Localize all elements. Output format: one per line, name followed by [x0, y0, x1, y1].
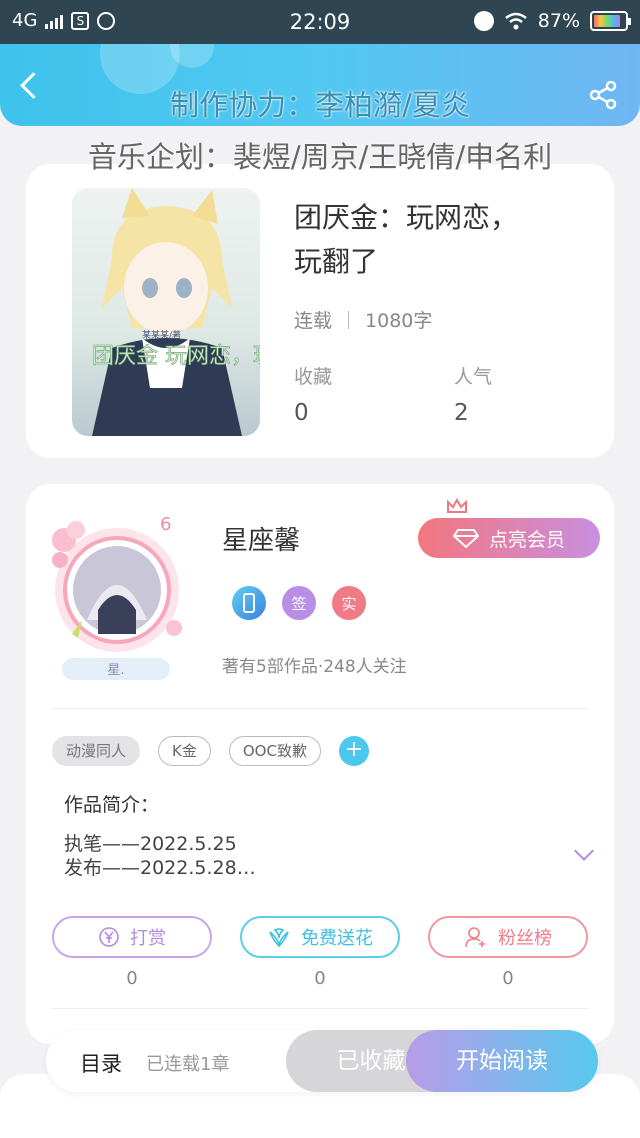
avatar-frame: 星. 6 [52, 514, 182, 680]
fans-rank-button[interactable]: 粉丝榜 [428, 916, 588, 958]
header: 制作协力：李柏漪/夏炎 [0, 44, 640, 126]
book-title-line2: 玩翻了 [294, 245, 379, 278]
popularity-value: 2 [454, 400, 469, 426]
phone-badge-icon[interactable] [232, 586, 266, 620]
credit-music: 音乐企划：裴煜/周京/王晓倩/申名利 [87, 140, 553, 174]
share-icon[interactable] [586, 78, 620, 112]
wifi-icon [504, 12, 527, 30]
author-badges: 签 实 [232, 586, 366, 620]
divider [52, 1008, 588, 1009]
flower-label: 免费送花 [301, 928, 373, 949]
cover-title-text: 团厌金 玩网恋，玩翻了 [92, 344, 260, 369]
tag-item[interactable]: K金 [158, 736, 211, 766]
book-title-line1: 团厌金：玩网恋， [294, 201, 519, 234]
tag-item[interactable]: OOC致歉 [228, 736, 321, 766]
vip-label: 点亮会员 [488, 528, 565, 551]
book-meta: 连载 1080字 [294, 306, 432, 333]
start-reading-button[interactable]: 开始阅读 [406, 1030, 598, 1092]
author-stats: 著有5部作品·248人关注 [222, 657, 407, 677]
intro-line-1: 执笔——2022.5.25 [64, 833, 237, 855]
reward-button[interactable]: 打赏 [52, 916, 212, 958]
battery-icon [590, 11, 631, 31]
author-name[interactable]: 星座馨 [222, 520, 300, 557]
serial-status: 连载 [294, 310, 333, 332]
status-bar: 4G S 22:09 87% [0, 0, 640, 44]
flower-icon [269, 928, 289, 948]
intro-heading: 作品简介： [64, 794, 160, 816]
book-info-card: 团厌金 玩网恋，玩翻了 某某某/著 团厌金：玩网恋， 玩翻了 连载 1080字 … [26, 164, 614, 458]
fans-count: 0 [502, 968, 514, 989]
chapter-count: 已连载1章 [146, 1054, 230, 1075]
book-title: 团厌金：玩网恋， 玩翻了 [294, 196, 584, 284]
tag-item[interactable]: 动漫同人 [52, 736, 141, 766]
book-cover[interactable]: 团厌金 玩网恋，玩翻了 某某某/著 [72, 188, 260, 436]
reward-label: 打赏 [130, 928, 166, 949]
favorites-value: 0 [294, 400, 309, 426]
status-right: 87% [473, 10, 631, 32]
author-avatar[interactable]: 星. 6 [42, 510, 192, 680]
free-flower-button[interactable]: 免费送花 [240, 916, 400, 958]
credit-production: 制作协力：李柏漪/夏炎 [170, 88, 470, 122]
signed-badge[interactable]: 签 [282, 586, 316, 620]
favorites-label: 收藏 [294, 366, 333, 388]
popularity-label: 人气 [454, 366, 493, 388]
crown-icon [447, 498, 467, 513]
yen-icon [99, 927, 119, 947]
flower-count: 0 [314, 968, 326, 989]
fans-label: 粉丝榜 [498, 928, 552, 949]
divider [52, 708, 588, 709]
verified-badge[interactable]: 实 [332, 586, 366, 620]
diamond-icon [452, 529, 479, 548]
author-level: 6 [160, 514, 171, 535]
cover-illustration: 团厌金 玩网恋，玩翻了 某某某/著 [72, 188, 260, 436]
battery-fill [594, 15, 621, 27]
bottom-action-bar: 目录 已连载1章 已收藏 开始阅读 [46, 1030, 598, 1092]
toc-button[interactable]: 目录 [80, 1048, 122, 1078]
battery-percent: 87% [537, 10, 580, 32]
cover-author-text: 某某某/著 [142, 329, 181, 341]
expand-chevron-icon[interactable] [574, 844, 592, 862]
reward-count: 0 [126, 968, 138, 989]
vip-button[interactable]: 点亮会员 [418, 518, 600, 558]
tag-list: 动漫同人 K金 OOC致歉 + [52, 736, 369, 766]
person-icon [465, 927, 485, 948]
alarm-icon [473, 11, 494, 31]
add-tag-button[interactable]: + [338, 736, 369, 766]
detail-card: 星. 6 星座馨 点亮会员 签 实 著有5部作品·248人关注 动漫同人 K金 … [26, 484, 614, 1044]
intro-line-2: 发布——2022.5.28… [64, 857, 256, 879]
word-count: 1080字 [365, 310, 433, 332]
meta-divider [348, 310, 350, 329]
avatar-nameplate: 星. [107, 663, 124, 678]
